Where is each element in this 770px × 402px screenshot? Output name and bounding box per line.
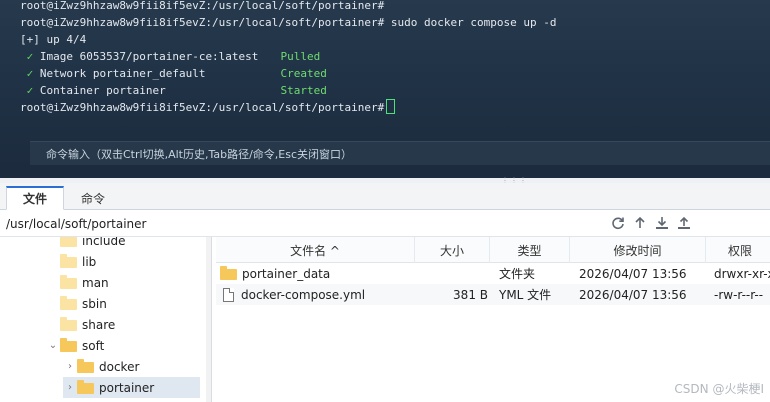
task-status: Pulled xyxy=(280,50,321,63)
column-header-type[interactable]: 类型 xyxy=(490,237,570,263)
tree-scrollbar[interactable] xyxy=(206,237,211,402)
tree-item-label: include xyxy=(82,237,126,248)
tree-item-share[interactable]: share xyxy=(46,314,206,335)
column-header-name[interactable]: 文件名 ^ xyxy=(216,237,415,263)
folder-icon xyxy=(60,338,77,352)
file-type: YML 文件 xyxy=(499,288,552,302)
command-input-bar[interactable]: 命令输入（双击Ctrl切换,Alt历史,Tab路径/命令,Esc关闭窗口） xyxy=(30,141,770,165)
check-icon: ✓ xyxy=(26,84,34,97)
tree-item-include[interactable]: include xyxy=(46,237,206,251)
tree-item-label: sbin xyxy=(82,296,107,311)
folder-icon xyxy=(77,380,94,394)
tree-item-portainer[interactable]: › portainer xyxy=(63,377,200,398)
column-header-permissions[interactable]: 权限 xyxy=(706,237,770,263)
task-name: Network portainer_default xyxy=(39,67,206,80)
tree-item-label: portainer xyxy=(99,380,155,395)
file-name: portainer_data xyxy=(242,266,331,281)
tree-item-label: lib xyxy=(82,254,97,269)
command-text: sudo docker compose up -d xyxy=(390,16,557,29)
terminal-line-command: root@iZwz9hhzaw8w9fii8if5evZ:/usr/local/… xyxy=(20,14,556,31)
chevron-right-icon[interactable]: › xyxy=(63,361,77,372)
terminal-line-prompt: root@iZwz9hhzaw8w9fii8if5evZ:/usr/local/… xyxy=(20,0,556,14)
path-bar xyxy=(0,211,770,237)
folder-icon xyxy=(60,237,77,247)
tree-item-docker[interactable]: › docker xyxy=(63,356,206,377)
terminal-line-task: ✓ Network portainer_default Created xyxy=(20,65,556,82)
check-icon: ✓ xyxy=(26,67,34,80)
task-name: Image 6053537/portainer-ce:latest xyxy=(39,50,259,63)
upload-icon[interactable] xyxy=(675,214,693,232)
refresh-icon[interactable] xyxy=(609,214,627,232)
task-status: Created xyxy=(280,67,327,80)
file-list-header: 文件名 ^ 大小 类型 修改时间 权限 xyxy=(216,237,770,263)
prompt-text: root@iZwz9hhzaw8w9fii8if5evZ:/usr/local/… xyxy=(20,16,385,29)
file-list[interactable]: 文件名 ^ 大小 类型 修改时间 权限 portainer_data 文件夹 2… xyxy=(216,237,770,402)
terminal-line-progress: [+] up 4/4 xyxy=(20,33,87,46)
file-modified: 2026/04/07 13:56 xyxy=(579,287,687,302)
file-row[interactable]: portainer_data 文件夹 2026/04/07 13:56 drwx… xyxy=(216,263,770,284)
tree-item-label: soft xyxy=(82,338,105,353)
prompt-text: root@iZwz9hhzaw8w9fii8if5evZ:/usr/local/… xyxy=(20,0,385,12)
folder-icon xyxy=(60,317,77,331)
tree-item-lib[interactable]: lib xyxy=(46,251,206,272)
task-name: Container portainer xyxy=(39,84,166,97)
tree-item-soft[interactable]: ⌄ soft xyxy=(46,335,206,356)
terminal-line-prompt: root@iZwz9hhzaw8w9fii8if5evZ:/usr/local/… xyxy=(20,99,556,116)
bottom-tabs: 文件 命令 xyxy=(0,183,770,210)
file-size: 381 B xyxy=(453,287,488,302)
directory-tree[interactable]: include lib man sbin share ⌄ soft › dock… xyxy=(6,237,212,402)
file-type: 文件夹 xyxy=(499,267,536,281)
command-input-hint[interactable]: 命令输入（双击Ctrl切换,Alt历史,Tab路径/命令,Esc关闭窗口） xyxy=(46,146,352,162)
folder-icon xyxy=(77,359,94,373)
prompt-text: root@iZwz9hhzaw8w9fii8if5evZ:/usr/local/… xyxy=(20,101,385,114)
file-permissions: -rw-r--r-- xyxy=(714,287,764,302)
column-header-size[interactable]: 大小 xyxy=(415,237,490,263)
folder-icon xyxy=(60,254,77,268)
path-input[interactable] xyxy=(6,213,604,235)
file-size xyxy=(415,263,490,284)
terminal-panel[interactable]: root@iZwz9hhzaw8w9fii8if5evZ:/usr/local/… xyxy=(0,0,770,178)
up-directory-icon[interactable] xyxy=(631,214,649,232)
file-row[interactable]: docker-compose.yml 381 B YML 文件 2026/04/… xyxy=(216,284,770,305)
tree-item-sbin[interactable]: sbin xyxy=(46,293,206,314)
path-toolbar xyxy=(609,214,693,232)
file-name: docker-compose.yml xyxy=(241,287,366,302)
tab-files[interactable]: 文件 xyxy=(6,186,64,210)
tree-item-label: share xyxy=(82,317,116,332)
tab-commands[interactable]: 命令 xyxy=(64,186,122,210)
task-status: Started xyxy=(280,84,327,97)
folder-icon xyxy=(60,275,77,289)
folder-icon xyxy=(60,296,77,310)
chevron-down-icon[interactable]: ⌄ xyxy=(46,340,60,351)
terminal-line-task: ✓ Container portainer Started xyxy=(20,82,556,99)
terminal-cursor xyxy=(386,99,396,114)
chevron-right-icon[interactable]: › xyxy=(63,382,77,393)
file-permissions: drwxr-xr-x xyxy=(714,266,770,281)
download-icon[interactable] xyxy=(653,214,671,232)
tree-item-label: docker xyxy=(99,359,140,374)
folder-icon xyxy=(220,266,237,280)
column-header-modified[interactable]: 修改时间 xyxy=(570,237,706,263)
file-modified: 2026/04/07 13:56 xyxy=(579,266,687,281)
tree-item-label: man xyxy=(82,275,109,290)
terminal-line-task: ✓ Image 6053537/portainer-ce:latest Pull… xyxy=(20,48,556,65)
tree-item-man[interactable]: man xyxy=(46,272,206,293)
check-icon: ✓ xyxy=(26,50,34,63)
terminal-output: root@iZwz9hhzaw8w9fii8if5evZ:/usr/local/… xyxy=(20,0,556,116)
file-icon xyxy=(223,287,234,302)
watermark: CSDN @火柴梗I xyxy=(674,382,764,396)
